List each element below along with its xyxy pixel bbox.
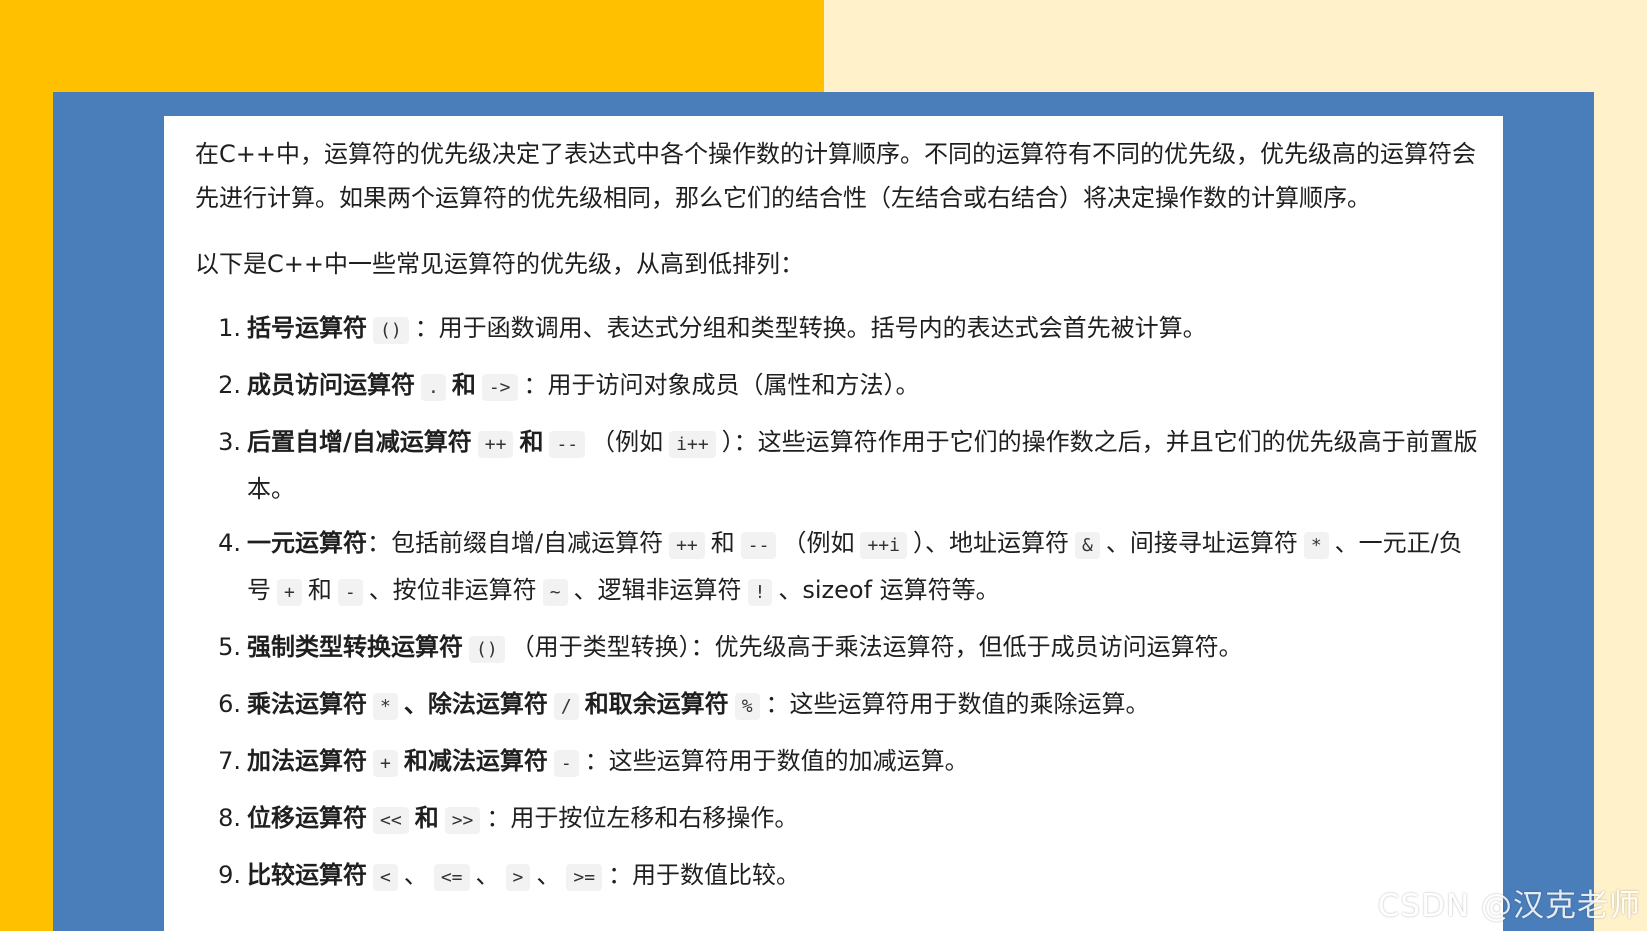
operator-code: >>: [444, 807, 481, 834]
operator-code: >: [505, 864, 531, 891]
description-text: 和: [710, 529, 735, 557]
operator-code: <: [373, 864, 398, 891]
description-text: ：用于数值比较。: [608, 861, 801, 889]
list-item: 7. 加法运算符 + 和减法运算符 - ：这些运算符用于数值的加减运算。: [195, 739, 1485, 786]
operator-precedence-list: 1. 括号运算符() ：用于函数调用、表达式分组和类型转换。括号内的表达式会首先被计…: [195, 306, 1485, 900]
operator-code: ~: [542, 579, 568, 606]
description-text: 、按位非运算符: [368, 576, 537, 604]
operator-name: 位移运算符: [247, 804, 367, 832]
description-text: 、逻辑非运算符: [573, 576, 742, 604]
operator-name: 和减法运算符: [403, 747, 548, 775]
operator-code: *: [1303, 532, 1329, 559]
list-item: 6. 乘法运算符 * 、除法运算符 / 和取余运算符% ：这些运算符用于数值的乘除运算。: [195, 682, 1485, 729]
operator-code: .: [421, 374, 446, 401]
list-item: 3. 后置自增/自减运算符 ++ 和 -- （例如 i++ ）：这些运算符作用于它们的操作数之…: [195, 420, 1485, 511]
operator-code: &: [1074, 532, 1100, 559]
list-item-number: 3.: [218, 428, 241, 456]
list-item: 9. 比较运算符 <、 <=、 >、 >= ：用于数值比较。: [195, 853, 1485, 900]
operator-code: ++: [477, 431, 514, 458]
description-text: ：这些运算符用于数值的乘除运算。: [765, 690, 1150, 718]
operator-name: 括号运算符: [247, 314, 367, 342]
list-item: 1. 括号运算符() ：用于函数调用、表达式分组和类型转换。括号内的表达式会首先被计…: [195, 306, 1485, 353]
list-item-number: 9.: [218, 861, 241, 889]
description-text: （用于类型转换）：优先级高于乘法运算符，但低于成员访问运算符。: [510, 633, 1243, 661]
description-text: ）、地址运算符: [912, 529, 1069, 557]
operator-code: i++: [669, 431, 716, 458]
description-text: ：用于按位左移和右移操作。: [486, 804, 799, 832]
description-text: （例如: [782, 529, 855, 557]
operator-code: --: [740, 532, 777, 559]
list-item-text: 成员访问运算符. 和 -> ：用于访问对象成员（属性和方法）。: [247, 363, 1485, 410]
operator-code: ++i: [860, 532, 907, 559]
operator-name: 和取余运算符: [584, 690, 729, 718]
operator-code: *: [373, 693, 398, 720]
operator-code: <=: [433, 864, 470, 891]
operator-name: 成员访问运算符: [247, 371, 415, 399]
list-item-number: 5.: [218, 633, 241, 661]
slide-content-card: 在C++中，运算符的优先级决定了表达式中各个操作数的计算顺序。不同的运算符有不同…: [164, 116, 1503, 931]
operator-code: !: [747, 579, 773, 606]
operator-name: 后置自增/自减运算符: [247, 428, 472, 456]
list-item: 8. 位移运算符 << 和 >> ：用于按位左移和右移操作。: [195, 796, 1485, 843]
operator-code: /: [553, 693, 579, 720]
operator-name: 比较运算符: [247, 861, 367, 889]
description-text: 、间接寻址运算符: [1105, 529, 1298, 557]
list-item-text: 乘法运算符 * 、除法运算符 / 和取余运算符% ：这些运算符用于数值的乘除运算。: [247, 682, 1485, 729]
operator-code: -: [337, 579, 363, 606]
intro-paragraph: 在C++中，运算符的优先级决定了表达式中各个操作数的计算顺序。不同的运算符有不同…: [195, 140, 1476, 212]
description-text: ：包括前缀自增/自减运算符: [367, 529, 664, 557]
operator-name: 乘法运算符: [247, 690, 367, 718]
description-text: （例如: [591, 428, 664, 456]
list-item-text: 括号运算符() ：用于函数调用、表达式分组和类型转换。括号内的表达式会首先被计算。: [247, 306, 1485, 353]
document-body: 在C++中，运算符的优先级决定了表达式中各个操作数的计算顺序。不同的运算符有不同…: [195, 132, 1485, 910]
list-item-text: 比较运算符 <、 <=、 >、 >= ：用于数值比较。: [247, 853, 1485, 900]
operator-code: ++: [669, 532, 705, 559]
list-item: 2. 成员访问运算符. 和 -> ：用于访问对象成员（属性和方法）。: [195, 363, 1485, 410]
description-text: 、: [536, 861, 561, 889]
list-item: 4. 一元运算符：包括前缀自增/自减运算符 ++ 和 -- （例如 ++i ）、地址运算符 &、…: [195, 521, 1485, 615]
description-text: 、: [403, 861, 428, 889]
operator-code: +: [373, 750, 398, 777]
operator-name: 和: [519, 428, 544, 456]
description-text: 、sizeof 运算符等。: [778, 576, 1000, 604]
list-item-text: 后置自增/自减运算符 ++ 和 -- （例如 i++ ）：这些运算符作用于它们的操作数之后，…: [247, 420, 1485, 511]
description-text: ：这些运算符用于数值的加减运算。: [584, 747, 969, 775]
list-item-number: 8.: [218, 804, 241, 832]
operator-code: --: [549, 431, 586, 458]
description-text: ：用于访问对象成员（属性和方法）。: [523, 371, 920, 399]
list-intro-paragraph: 以下是C++中一些常见运算符的优先级，从高到低排列：: [195, 250, 804, 278]
list-item-number: 1.: [218, 314, 241, 342]
list-item: 5. 强制类型转换运算符() （用于类型转换）：优先级高于乘法运算符，但低于成员访问…: [195, 625, 1485, 672]
list-item-text: 加法运算符 + 和减法运算符 - ：这些运算符用于数值的加减运算。: [247, 739, 1485, 786]
list-item-number: 6.: [218, 690, 241, 718]
list-item-text: 强制类型转换运算符() （用于类型转换）：优先级高于乘法运算符，但低于成员访问运算…: [247, 625, 1485, 672]
operator-code: >=: [566, 864, 603, 891]
description-text: 和: [307, 576, 332, 604]
list-item-number: 4.: [218, 529, 241, 557]
operator-code: -: [553, 750, 579, 777]
operator-name: 一元运算符: [247, 529, 367, 557]
list-item-text: 位移运算符 << 和 >> ：用于按位左移和右移操作。: [247, 796, 1485, 843]
operator-name: 和: [414, 804, 439, 832]
operator-name: 和: [451, 371, 476, 399]
list-item-number: 7.: [218, 747, 241, 775]
list-item-number: 2.: [218, 371, 241, 399]
description-text: ：用于函数调用、表达式分组和类型转换。括号内的表达式会首先被计算。: [414, 314, 1207, 342]
operator-code: (): [373, 317, 409, 344]
operator-code: %: [734, 693, 760, 720]
operator-name: 、除法运算符: [403, 690, 548, 718]
list-item-text: 一元运算符：包括前缀自增/自减运算符 ++ 和 -- （例如 ++i ）、地址运算符 & 、间接…: [247, 521, 1485, 615]
operator-code: (): [469, 636, 505, 663]
operator-code: <<: [373, 807, 409, 834]
operator-name: 加法运算符: [247, 747, 367, 775]
operator-code: +: [277, 579, 302, 606]
operator-name: 强制类型转换运算符: [247, 633, 463, 661]
description-text: 、: [475, 861, 500, 889]
csdn-watermark: CSDN @汉克老师: [1377, 888, 1641, 924]
operator-code: ->: [481, 374, 518, 401]
